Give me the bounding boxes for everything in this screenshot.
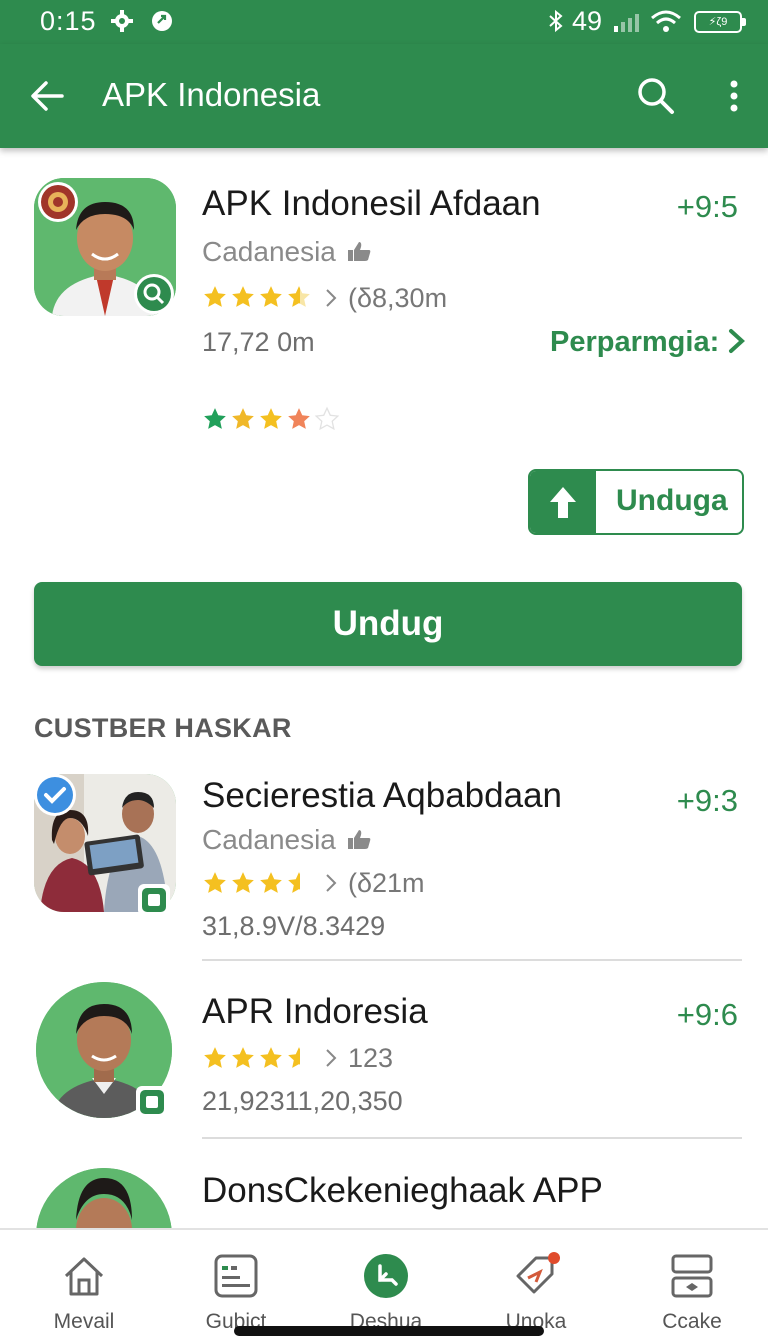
rating-count: (δ21m [348,868,425,898]
sync-icon [152,11,172,31]
list-item-developer: Cadanesia [202,824,372,856]
list-item-rating-stars [202,870,312,896]
nav-item-home[interactable]: Mevail [19,1230,149,1344]
status-battery-level: 49 [572,6,603,36]
status-bar: 0:15 49 ⚡ζ9 [0,0,768,44]
developer-name: Cadanesia [202,236,336,267]
star-full-icon[interactable] [286,406,312,432]
chevron-right-icon [326,874,337,892]
install-button-label: Unduga [616,484,728,517]
chevron-right-icon [729,329,746,353]
app-icon[interactable] [34,178,176,316]
app-badge-icon [138,884,170,916]
upload-arrow-icon [530,471,596,533]
app-name[interactable]: APK Indonesil Afdaan [202,184,541,224]
user-rating-stars[interactable] [202,406,340,432]
list-item-rating-meta: 123 [324,1043,393,1074]
permissions-link[interactable]: Perparmgia: [550,326,747,359]
star-full-icon[interactable] [230,406,256,432]
gear-icon [111,10,133,32]
list-item-rating-stars [202,1045,312,1071]
app-size: 17,72 0m [202,327,315,357]
star-full-icon [260,286,282,307]
list-item-score: +9:3 [676,783,738,818]
chevron-right-icon [326,289,337,307]
star-full-icon [260,1047,282,1068]
document-icon [214,1254,258,1298]
device-icon [671,1254,713,1298]
nav-item-device[interactable]: Ccake [627,1230,757,1344]
search-icon[interactable] [634,74,678,118]
list-item-size: 31,8.9V/8.3429 [202,911,386,941]
star-full-icon [232,286,254,307]
app-score: +9:5 [676,189,738,224]
tag-icon [516,1252,560,1294]
app-rating-stars [202,284,312,310]
list-item-name[interactable]: APR Indoresia [202,992,428,1032]
chevron-right-icon [326,1049,337,1067]
star-full-icon[interactable] [202,406,228,432]
wifi-icon [651,10,681,32]
app-badge-icon [38,182,78,222]
star-full-icon [204,1047,226,1068]
list-item-size: 21,92311,20,350 [202,1086,403,1116]
nav-label: Mevail [53,1310,115,1333]
star-full-icon [260,872,282,893]
app-badge-icon [136,1086,168,1118]
star-half-icon [288,872,310,893]
download-icon [364,1254,408,1298]
install-button[interactable]: Unduga [528,469,744,535]
star-full-icon [232,1047,254,1068]
list-item-icon[interactable] [36,982,172,1118]
list-item-score: +9:6 [676,997,738,1032]
app-rating-meta: (δ8,30m [324,283,447,314]
permissions-label: Perparmgia: [550,326,720,358]
check-badge-icon [34,774,76,816]
section-title: CUSTBER HASKAR [34,713,292,743]
back-arrow-icon[interactable] [26,74,70,118]
rating-count: (δ8,30m [348,283,448,313]
more-options-icon[interactable] [716,74,752,118]
thumbs-up-icon [347,830,371,849]
star-full-icon [204,872,226,893]
download-button[interactable]: Undug [34,582,742,666]
divider [202,1137,742,1139]
rating-count: 123 [348,1043,394,1073]
list-item-rating-meta: (δ21m [324,868,425,899]
star-half-icon [288,1047,310,1068]
battery-icon: ⚡ζ9 [694,11,746,33]
list-item-name[interactable]: Secierestia Aqbabdaan [202,776,562,816]
star-empty-icon[interactable] [314,406,340,432]
app-developer: Cadanesia [202,236,372,268]
list-item-icon[interactable] [34,774,176,916]
status-time: 0:15 [40,6,97,36]
star-full-icon [232,872,254,893]
star-full-icon [204,286,226,307]
page-title: APK Indonesia [102,76,321,113]
nav-label: Ccake [662,1310,722,1333]
signal-icon [614,14,639,32]
star-full-icon[interactable] [258,406,284,432]
home-icon [64,1257,104,1296]
list-item-name[interactable]: DonsCkekenieghaak APP [202,1171,603,1211]
star-half-icon [288,286,310,307]
app-bar: APK Indonesia [0,44,768,148]
bluetooth-icon [549,9,563,33]
divider [202,959,742,961]
thumbs-up-icon [347,242,371,261]
developer-name: Cadanesia [202,824,336,855]
home-indicator[interactable] [234,1326,544,1336]
verified-badge-icon [134,274,174,314]
